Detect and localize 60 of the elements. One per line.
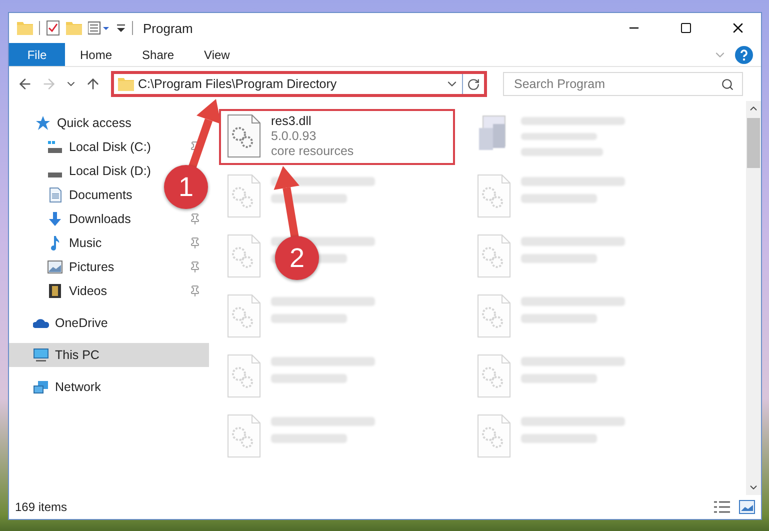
gear-document-icon (227, 174, 261, 218)
document-icon (47, 187, 63, 203)
gear-document-icon (477, 174, 511, 218)
help-icon[interactable] (735, 46, 753, 64)
properties-icon (88, 21, 110, 35)
address-field[interactable]: C:\Program Files\Program Directory (134, 77, 442, 91)
sidebar-item[interactable]: Pictures (9, 255, 209, 279)
sidebar-item[interactable]: Network (9, 375, 109, 399)
file-detail: core resources (271, 144, 354, 158)
details-view-icon[interactable] (713, 500, 731, 514)
file-detail: 5.0.0.93 (271, 129, 318, 143)
film-icon (47, 283, 63, 299)
gear-document-icon (227, 294, 261, 338)
sidebar-item[interactable]: OneDrive (9, 311, 116, 335)
drive-icon (47, 139, 63, 155)
search-field[interactable]: Search Program (512, 76, 721, 92)
sidebar-item[interactable]: Local Disk (C:) (9, 135, 209, 159)
address-bar[interactable]: C:\Program Files\Program Directory (111, 71, 487, 97)
checklist-icon (46, 20, 60, 36)
gear-document-icon (227, 114, 261, 158)
search-icon (721, 78, 734, 90)
sidebar-item[interactable]: This PC (9, 343, 209, 367)
gear-document-icon (227, 354, 261, 398)
gear-document-icon (227, 414, 261, 458)
ribbon-tab[interactable]: Share (127, 43, 190, 66)
folder-icon (118, 77, 134, 91)
gear-document-icon (477, 354, 511, 398)
sidebar-item[interactable]: Documents (9, 183, 140, 207)
sidebar-item[interactable]: Music (9, 231, 209, 255)
file-tile[interactable]: res3.dll 5.0.0.93 core resources (219, 109, 455, 165)
gear-document-icon (227, 234, 261, 278)
search-box[interactable]: Search Program (503, 72, 743, 96)
callout-arrow (188, 99, 222, 170)
folder-icon (17, 21, 33, 35)
drive-icon (47, 172, 63, 178)
large-icons-view-icon[interactable] (739, 500, 755, 514)
gear-document-icon (477, 414, 511, 458)
sidebar-item[interactable]: Quick access (9, 111, 140, 135)
sidebar-item[interactable]: Videos (9, 279, 209, 303)
ribbon-tab[interactable]: Home (65, 43, 128, 66)
customize-caret-icon (116, 23, 126, 33)
item-count: 169 items (15, 500, 68, 514)
file-menu-button[interactable]: File (9, 43, 65, 66)
sidebar-item[interactable]: Downloads (9, 207, 209, 231)
gear-document-icon (477, 294, 511, 338)
monitor-icon (33, 347, 49, 363)
star-icon (35, 115, 51, 131)
refresh-icon (467, 78, 480, 90)
maximize-icon (680, 22, 692, 34)
folder-icon (66, 21, 82, 35)
network-icon (33, 379, 49, 395)
scroll-thumb[interactable] (747, 118, 760, 168)
sidebar-item[interactable]: Local Disk (D:) (9, 159, 159, 183)
file-name: res3.dll (271, 114, 312, 128)
gear-document-icon (477, 234, 511, 278)
picture-icon (47, 259, 63, 275)
scrollbar[interactable] (746, 101, 761, 495)
ribbon-tab[interactable]: View (189, 43, 245, 66)
window-title: Program (143, 20, 193, 36)
download-arrow-icon (47, 211, 63, 227)
